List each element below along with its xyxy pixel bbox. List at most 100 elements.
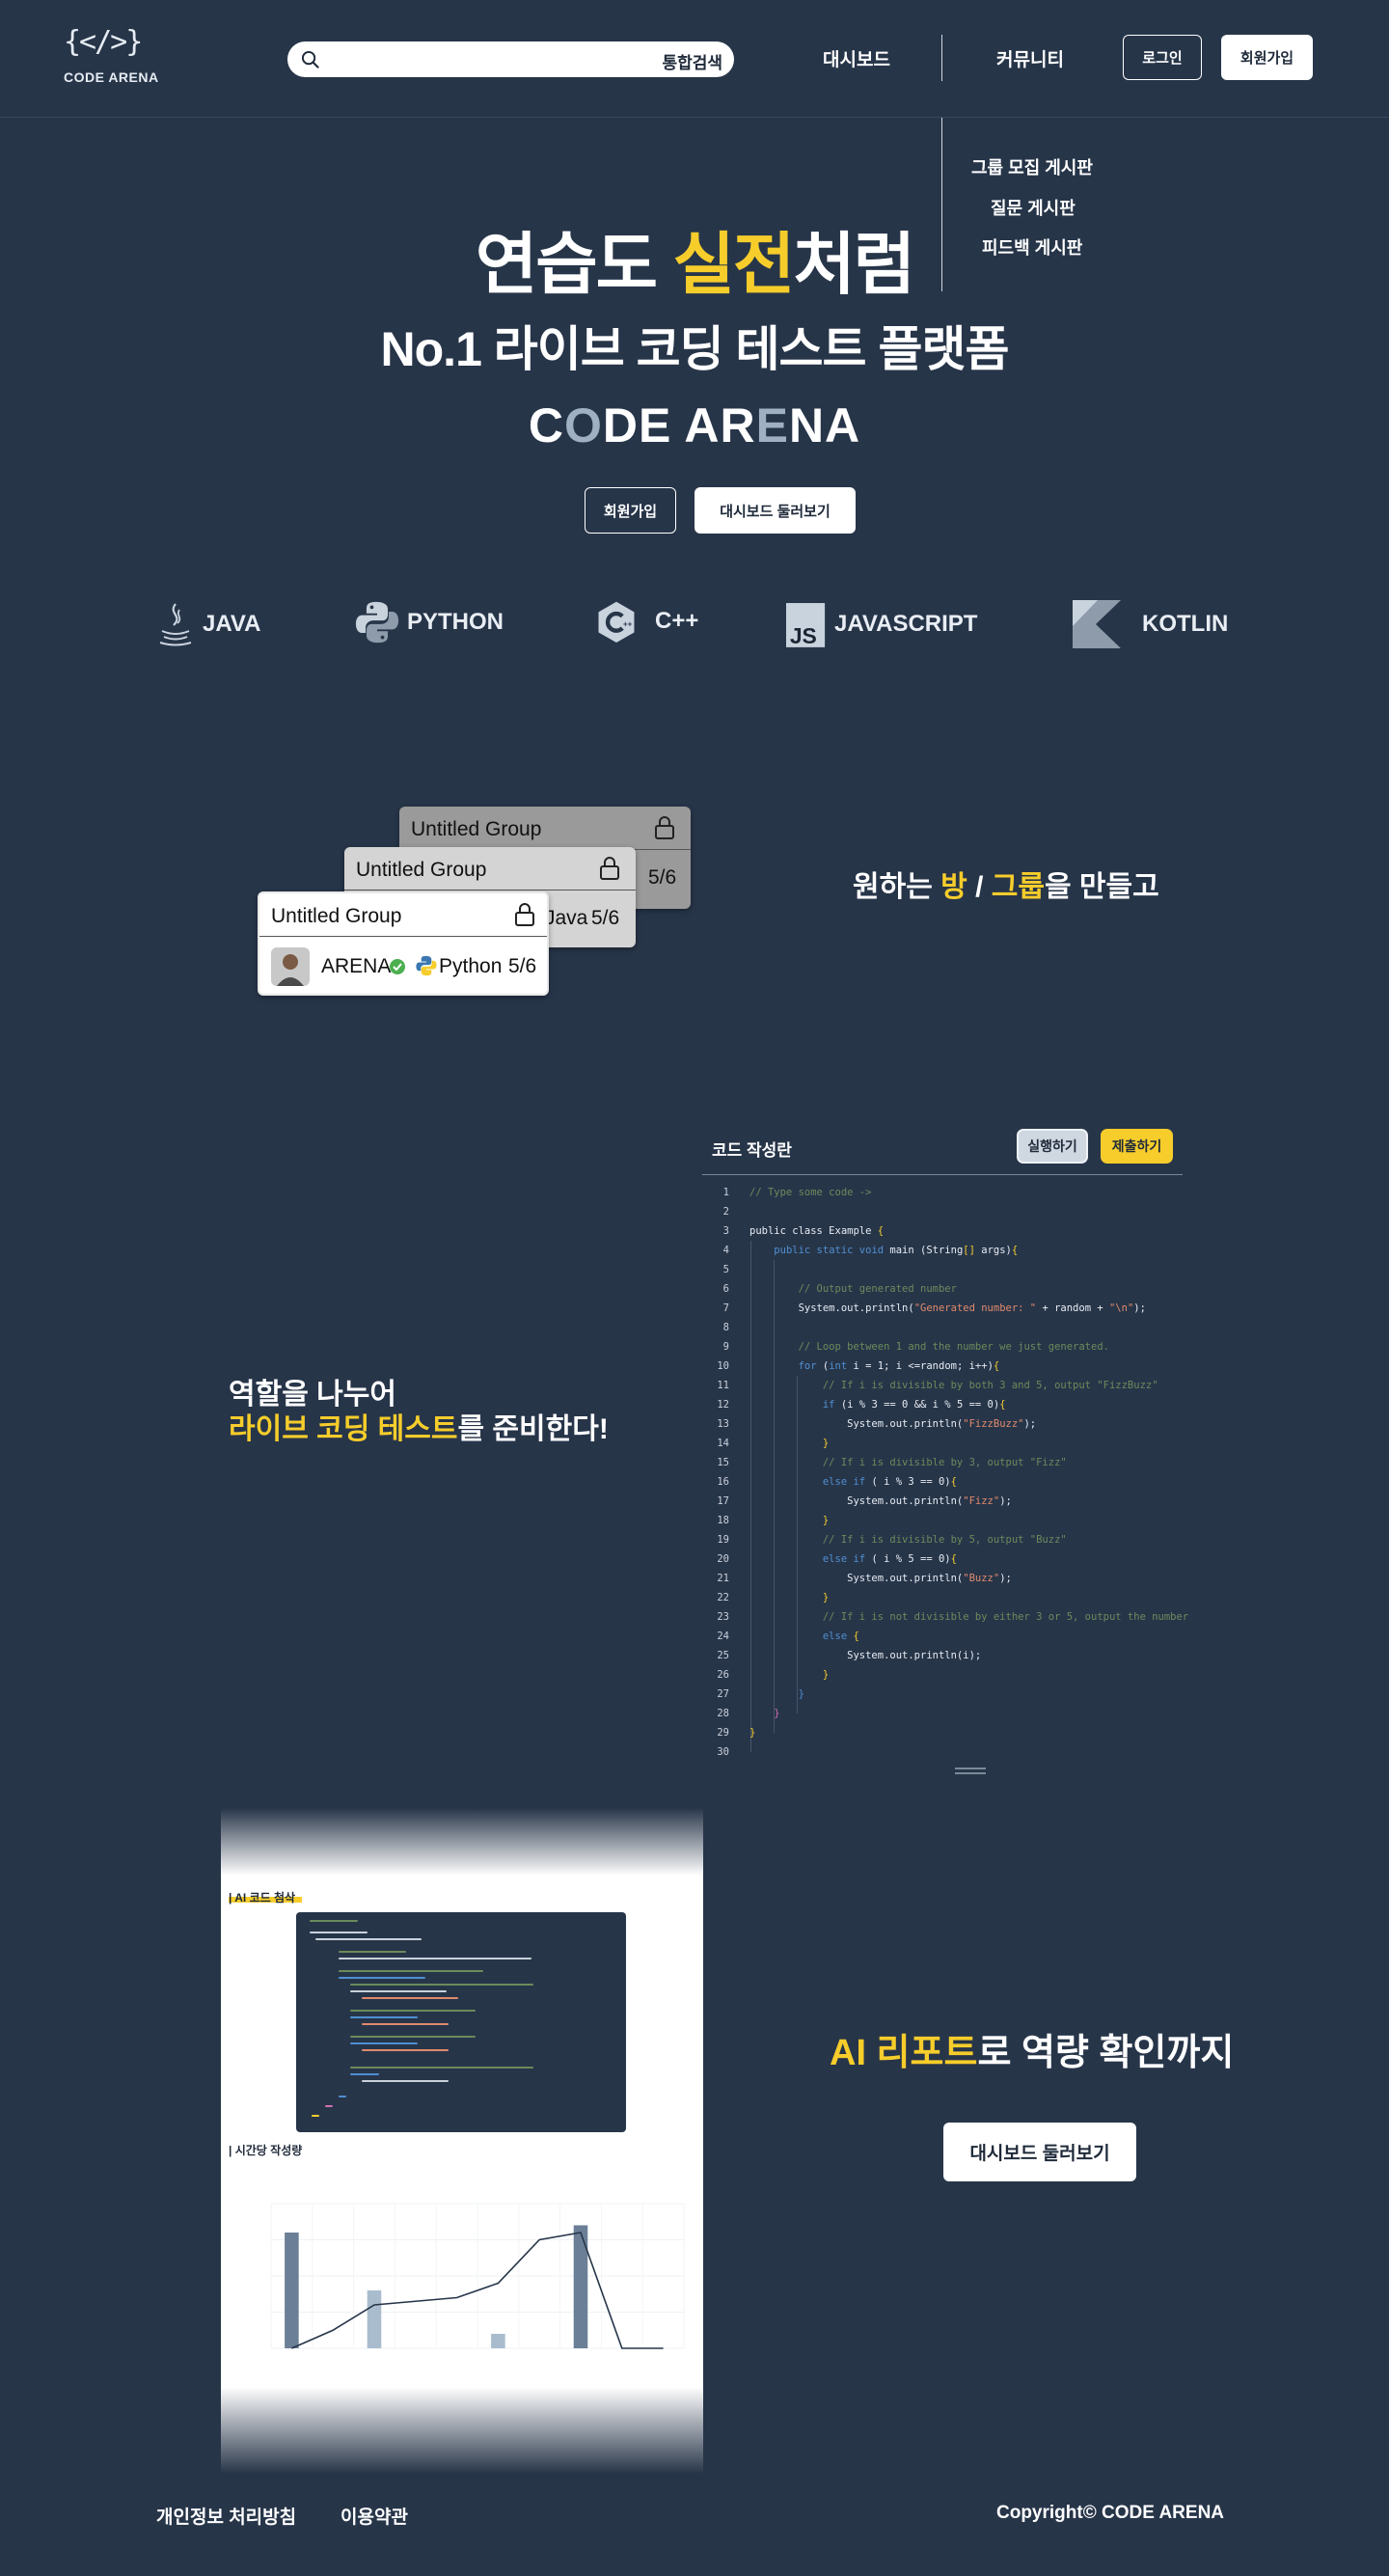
hero-brand: CODE ARENA — [0, 397, 1389, 453]
menu-group-recruit[interactable]: 그룹 모집 게시판 — [971, 154, 1093, 179]
group-card-user: ARENA — [321, 955, 392, 977]
hero-dashboard-button[interactable]: 대시보드 둘러보기 — [694, 487, 856, 534]
hero-signup-button[interactable]: 회원가입 — [585, 487, 676, 534]
submit-button[interactable]: 제출하기 — [1101, 1129, 1173, 1164]
code-line[interactable]: 15 // If i is divisible by 3, output "Fi… — [702, 1457, 1183, 1476]
ai-report-caption-post: 로 역량 확인까지 — [977, 2033, 1235, 2073]
code-line[interactable]: 3 public class Example { — [702, 1225, 1183, 1245]
run-button[interactable]: 실행하기 — [1017, 1129, 1088, 1164]
nav-community[interactable]: 커뮤니티 — [996, 45, 1064, 71]
code-line[interactable]: 19 // If i is divisible by 5, output "Bu… — [702, 1534, 1183, 1553]
copyright-text: Copyright© CODE ARENA — [996, 2503, 1225, 2523]
code-line[interactable]: 14 } — [702, 1438, 1183, 1457]
cpp-icon: ++ — [598, 601, 635, 643]
code-line[interactable]: 7 System.out.println("Generated number: … — [702, 1302, 1183, 1322]
code-line[interactable]: 6 // Output generated number — [702, 1283, 1183, 1302]
ai-report-caption-highlight: AI 리포트 — [830, 2033, 978, 2073]
code-line[interactable]: 2 — [702, 1206, 1183, 1225]
ai-chart-label-text: 시간당 작성량 — [234, 2144, 303, 2157]
card-divider — [344, 890, 636, 891]
ai-chart-label: | 시간당 작성량 — [229, 2144, 303, 2157]
code-line[interactable]: 4 public static void main (String[] args… — [702, 1245, 1183, 1264]
nav-dashboard[interactable]: 대시보드 — [823, 45, 890, 71]
brand-e: E — [755, 398, 789, 452]
caption-group: 그룹 — [991, 871, 1045, 903]
code-line[interactable]: 17 System.out.println("Fizz"); — [702, 1495, 1183, 1515]
privacy-link[interactable]: 개인정보 처리방침 — [156, 2503, 296, 2529]
lang-javascript: JS JAVASCRIPT — [786, 600, 977, 648]
hero-title-pre: 연습도 — [475, 227, 673, 302]
code-line[interactable]: 25 System.out.println(i); — [702, 1650, 1183, 1669]
group-card-title: Untitled Group — [271, 905, 402, 927]
code-line[interactable]: 13 System.out.println("FizzBuzz"); — [702, 1418, 1183, 1438]
hero-dashboard-label: 대시보드 둘러보기 — [720, 503, 831, 520]
hero-subtitle: No.1 라이브 코딩 테스트 플랫폼 — [380, 322, 1010, 376]
signup-button[interactable]: 회원가입 — [1221, 35, 1313, 80]
java-icon — [159, 603, 192, 646]
code-line[interactable]: 20 else if ( i % 5 == 0){ — [702, 1553, 1183, 1573]
group-card-title: Untitled Group — [411, 818, 542, 840]
chart-bar — [573, 2225, 588, 2348]
code-line[interactable]: 28 } — [702, 1708, 1183, 1727]
code-line[interactable]: 29} — [702, 1727, 1183, 1746]
lang-python: PYTHON — [355, 600, 504, 644]
search-icon[interactable] — [301, 50, 319, 69]
run-button-label: 실행하기 — [1027, 1138, 1077, 1154]
code-line[interactable]: 18 } — [702, 1515, 1183, 1534]
report-fade-bottom — [221, 2387, 703, 2474]
logo-text: CODE ARENA — [64, 69, 159, 85]
mini-code-view — [296, 1912, 626, 2132]
site-header: {</>} CODE ARENA 통합검색 대시보드 커뮤니티 로그인 회원가입 — [0, 0, 1389, 118]
code-editor: 코드 작성란 실행하기 제출하기 1// Type some code -> 2… — [702, 1125, 1188, 1762]
code-line[interactable]: 8 — [702, 1322, 1183, 1341]
lang-javascript-label: JAVASCRIPT — [834, 611, 978, 637]
lang-kotlin: KOTLIN — [1073, 600, 1228, 648]
lang-python-label: PYTHON — [407, 609, 504, 635]
code-line[interactable]: 27 } — [702, 1688, 1183, 1708]
lang-cpp-label: C++ — [655, 608, 699, 634]
lock-icon — [600, 857, 619, 880]
hero-signup-label: 회원가입 — [603, 503, 658, 520]
brand-c: C — [528, 398, 564, 452]
code-line[interactable]: 16 else if ( i % 3 == 0){ — [702, 1476, 1183, 1495]
code-line[interactable]: 10 for (int i = 1; i <=random; i++){ — [702, 1360, 1183, 1380]
group-card-front[interactable]: Untitled Group ARENA Python 5/6 — [258, 891, 549, 996]
avatar — [271, 947, 310, 986]
hero-title-post: 처럼 — [793, 227, 915, 302]
group-caption: 원하는 방 / 그룹을 만들고 — [853, 863, 1159, 905]
javascript-icon: JS — [786, 603, 826, 648]
terms-link[interactable]: 이용약관 — [340, 2503, 408, 2529]
kotlin-icon — [1073, 600, 1121, 648]
ai-dashboard-button[interactable]: 대시보드 둘러보기 — [943, 2123, 1136, 2181]
lang-kotlin-label: KOTLIN — [1142, 611, 1229, 637]
code-line[interactable]: 21 System.out.println("Buzz"); — [702, 1573, 1183, 1592]
code-line[interactable]: 24 else { — [702, 1631, 1183, 1650]
login-button[interactable]: 로그인 — [1123, 35, 1202, 80]
submit-button-label: 제출하기 — [1111, 1138, 1162, 1154]
brand-na: NA — [788, 398, 861, 452]
caption-room: 방 — [940, 871, 967, 903]
svg-text:++: ++ — [623, 619, 633, 628]
search-input[interactable] — [330, 47, 619, 71]
group-card-lang: Java — [545, 907, 588, 929]
live-caption-post: 를 준비한다! — [457, 1413, 609, 1445]
code-line[interactable]: 23 // If i is not divisible by either 3 … — [702, 1611, 1188, 1631]
code-line[interactable]: 30 — [702, 1746, 1183, 1766]
brand-o: O — [563, 398, 603, 452]
code-line[interactable]: 26 } — [702, 1669, 1183, 1688]
ai-report-preview: | AI 코드 첨삭 | 시간당 작성량 — [221, 1808, 703, 2474]
code-line[interactable]: 5 — [702, 1264, 1183, 1283]
lang-java: JAVA — [156, 600, 260, 648]
code-line[interactable]: 22 } — [702, 1592, 1183, 1611]
login-button-label: 로그인 — [1142, 50, 1183, 67]
code-line[interactable]: 12 if (i % 3 == 0 && i % 5 == 0){ — [702, 1399, 1183, 1418]
code-line[interactable]: 1// Type some code -> — [702, 1187, 1183, 1206]
code-line[interactable]: 11 // If i is divisible by both 3 and 5,… — [702, 1380, 1183, 1399]
resize-handle-icon[interactable] — [955, 1767, 986, 1776]
ai-report-caption: AI 리포트로 역량 확인까지 — [830, 2022, 1234, 2075]
logo-icon: {</>} — [64, 25, 143, 59]
search-submit-label[interactable]: 통합검색 — [662, 49, 722, 73]
search-bar: 통합검색 — [287, 41, 734, 77]
logo[interactable]: {</>} CODE ARENA — [64, 21, 159, 98]
code-line[interactable]: 9 // Loop between 1 and the number we ju… — [702, 1341, 1183, 1360]
